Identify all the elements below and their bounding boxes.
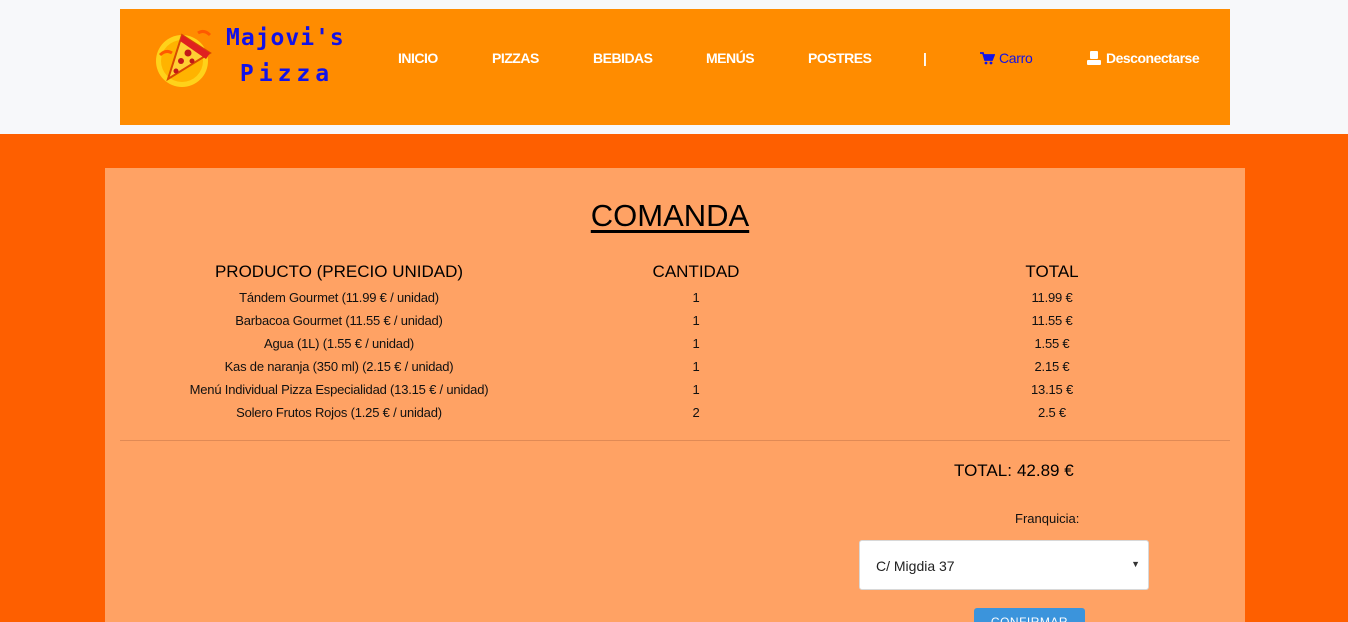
cart-link[interactable]: Carro — [980, 50, 1033, 66]
table-row-product: Menú Individual Pizza Especialidad (13.1… — [189, 382, 489, 397]
table-row-total: 2.5 € — [1038, 405, 1066, 420]
table-row-quantity: 1 — [692, 290, 700, 305]
table-row-quantity: 1 — [692, 359, 700, 374]
table-row-total: 11.55 € — [1031, 313, 1073, 328]
table-row-total: 13.15 € — [1031, 382, 1073, 397]
header-product: PRODUCTO (PRECIO UNIDAD) — [214, 262, 464, 281]
cart-label: Carro — [999, 50, 1033, 66]
table-row-total: 11.99 € — [1031, 290, 1073, 305]
pizza-slice-logo-icon[interactable] — [152, 25, 218, 91]
table-row-product: Agua (1L) (1.55 € / unidad) — [264, 336, 414, 351]
user-icon — [1087, 51, 1101, 65]
grand-total-value: 42.89 € — [1016, 461, 1074, 480]
header-quantity: CANTIDAD — [652, 262, 740, 281]
table-row-quantity: 2 — [692, 405, 700, 420]
confirm-button[interactable]: CONFIRMAR — [974, 608, 1085, 622]
divider — [120, 440, 1230, 441]
table-row-product: Tándem Gourmet (11.99 € / unidad) — [239, 290, 439, 305]
shopping-cart-icon — [980, 52, 996, 65]
table-row-quantity: 1 — [692, 313, 700, 328]
franchise-selected-value: C/ Migdia 37 — [876, 558, 955, 574]
table-row-total: 2.15 € — [1034, 359, 1070, 374]
table-row-quantity: 1 — [692, 382, 700, 397]
logout-label: Desconectarse — [1106, 50, 1200, 66]
chevron-down-icon: ▼ — [1131, 559, 1140, 569]
nav-inicio[interactable]: INICIO — [398, 50, 438, 66]
logout-link[interactable]: Desconectarse — [1087, 50, 1200, 66]
table-row-product: Barbacoa Gourmet (11.55 € / unidad) — [235, 313, 443, 328]
table-row-quantity: 1 — [692, 336, 700, 351]
grand-total-label: TOTAL: — [954, 461, 1012, 480]
nav-menus[interactable]: MENÚS — [706, 50, 755, 66]
nav-postres[interactable]: POSTRES — [808, 50, 872, 66]
header-total: TOTAL — [1025, 262, 1079, 281]
brand-name[interactable]: Majovi's Pizza — [226, 20, 345, 92]
grand-total: TOTAL: 42.89 € — [954, 461, 1074, 481]
page-title: COMANDA — [590, 198, 750, 233]
brand-line-2: Pizza — [239, 61, 335, 87]
franchise-select[interactable]: C/ Migdia 37 ▼ — [859, 540, 1149, 590]
table-row-total: 1.55 € — [1034, 336, 1070, 351]
table-row-product: Solero Frutos Rojos (1.25 € / unidad) — [236, 405, 442, 420]
brand-line-1: Majovi's — [226, 25, 345, 51]
nav-pizzas[interactable]: PIZZAS — [492, 50, 539, 66]
nav-separator: | — [923, 50, 927, 66]
nav-bebidas[interactable]: BEBIDAS — [593, 50, 653, 66]
table-row-product: Kas de naranja (350 ml) (2.15 € / unidad… — [224, 359, 454, 374]
franchise-label: Franquicia: — [1015, 511, 1080, 526]
